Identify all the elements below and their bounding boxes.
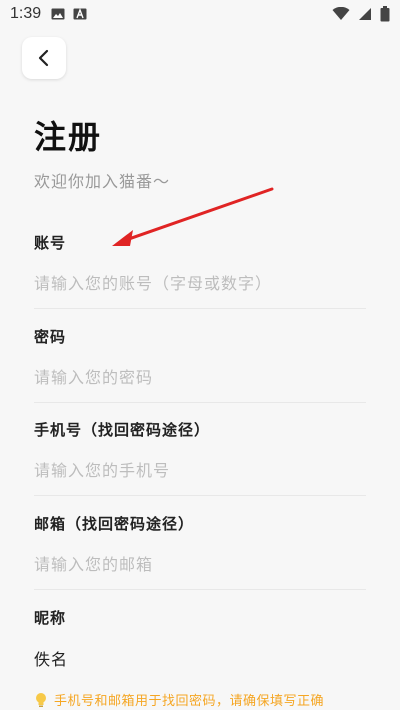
phone-field: 手机号（找回密码途径） bbox=[34, 419, 366, 496]
signal-icon bbox=[359, 8, 371, 20]
password-input[interactable] bbox=[34, 362, 366, 392]
register-page: 1:39 注册 欢迎你加入猫番～ 账号 请输入您的账号（字母或数字） 密码 手机… bbox=[0, 0, 400, 710]
lightbulb-icon bbox=[36, 692, 46, 707]
battery-icon bbox=[380, 6, 390, 22]
nickname-input[interactable] bbox=[34, 643, 366, 673]
nickname-field: 昵称 bbox=[34, 607, 366, 673]
wifi-icon bbox=[332, 7, 350, 20]
status-right bbox=[332, 6, 390, 22]
account-divider bbox=[34, 308, 366, 309]
phone-input[interactable] bbox=[34, 455, 366, 485]
account-field: 账号 bbox=[34, 232, 366, 309]
password-divider bbox=[34, 402, 366, 403]
page-title: 注册 bbox=[34, 118, 103, 156]
email-label: 邮箱（找回密码途径） bbox=[34, 515, 195, 533]
account-input[interactable] bbox=[34, 268, 366, 298]
account-label: 账号 bbox=[34, 234, 67, 252]
email-input[interactable] bbox=[34, 549, 366, 579]
password-label: 密码 bbox=[34, 328, 67, 346]
app-notification-icon bbox=[73, 8, 87, 20]
page-subtitle: 欢迎你加入猫番～ bbox=[34, 172, 171, 191]
back-button[interactable] bbox=[22, 37, 66, 79]
phone-label: 手机号（找回密码途径） bbox=[34, 421, 211, 439]
hint-message: 手机号和邮箱用于找回密码，请确保填写正确 bbox=[34, 690, 324, 709]
hint-text: 手机号和邮箱用于找回密码，请确保填写正确 bbox=[54, 694, 325, 709]
nickname-label: 昵称 bbox=[34, 609, 67, 627]
image-notification-icon bbox=[51, 8, 65, 20]
phone-divider bbox=[34, 495, 366, 496]
status-time: 1:39 bbox=[10, 5, 42, 22]
email-divider bbox=[34, 589, 366, 590]
email-field: 邮箱（找回密码途径） bbox=[34, 513, 366, 590]
chevron-left-icon bbox=[38, 49, 49, 67]
password-field: 密码 bbox=[34, 326, 366, 403]
status-bar: 1:39 bbox=[0, 0, 400, 28]
